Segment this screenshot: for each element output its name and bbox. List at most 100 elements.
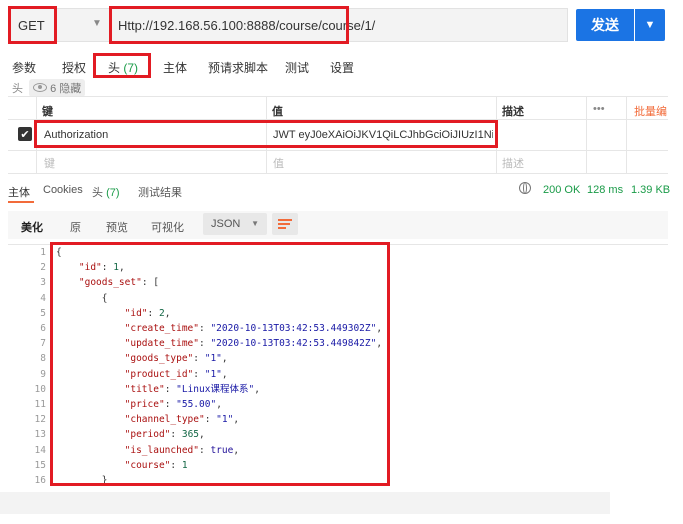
bottom-status-strip — [0, 492, 610, 514]
pretty-button[interactable]: 美化 — [21, 219, 43, 235]
json-key: "course" — [124, 459, 171, 471]
send-label: 发送 — [591, 17, 619, 33]
wrap-lines-icon[interactable] — [272, 213, 298, 235]
response-size: 1.39 KB — [631, 184, 671, 196]
header-key-cell[interactable]: Authorization — [44, 129, 264, 141]
json-key: "is_launched" — [124, 444, 199, 456]
json-key: "goods_set" — [78, 277, 142, 289]
col-divider — [586, 96, 587, 174]
code-line: "course": 1 — [124, 459, 188, 471]
json-value: 2 — [158, 307, 165, 319]
tab-response-body[interactable]: 主体 — [8, 184, 30, 200]
json-value: "1" — [204, 353, 222, 365]
code-line: "goods_set": [ — [56, 275, 159, 290]
raw-button[interactable]: 原 — [70, 219, 81, 235]
header-value-cell[interactable]: JWT eyJ0eXAiOiJKV1QiLCJhbGciOiJIUzI1NiJ9… — [273, 129, 493, 141]
col-divider — [626, 96, 627, 174]
hidden-headers-row: 头 6 隐藏 — [12, 79, 86, 97]
code-line: "id": 2, — [124, 307, 171, 319]
code-line: "is_launched": true, — [124, 444, 240, 456]
row-divider — [8, 150, 668, 151]
col-divider — [36, 96, 37, 174]
brace: } — [101, 475, 108, 486]
table-header-divider — [8, 119, 668, 120]
col-divider — [266, 96, 267, 174]
active-tab-underline — [8, 201, 34, 203]
bulk-edit-link[interactable]: 批量编 — [634, 103, 667, 119]
new-value-input[interactable]: 值 — [273, 155, 284, 171]
code-line: "update_time": "2020-10-13T03:42:53.4498… — [124, 338, 383, 350]
format-label: JSON — [211, 218, 241, 230]
response-headers-label: 头 — [92, 187, 103, 199]
send-button[interactable]: 发送 — [576, 9, 634, 41]
json-value: "2020-10-13T03:42:53.449302Z" — [210, 323, 377, 334]
code-line: "product_id": "1", — [124, 368, 228, 380]
send-options-chevron-icon[interactable]: ▼ — [635, 9, 665, 41]
json-key: "id" — [78, 262, 102, 274]
json-response-body[interactable]: { "id": 1, "goods_set": [ { "id": 2, "cr… — [0, 245, 683, 488]
code-line: "period": 365, — [124, 429, 205, 441]
json-value: "2020-10-13T03:42:53.449842Z" — [210, 338, 377, 350]
tab-test-results[interactable]: 测试结果 — [138, 184, 182, 200]
brace: { — [56, 247, 62, 258]
json-value: "55.00" — [176, 399, 217, 410]
col-key-header: 键 — [42, 106, 53, 118]
tab-tests[interactable]: 测试 — [285, 59, 309, 76]
json-key: "goods_type" — [124, 353, 194, 365]
col-desc-header: 描述 — [502, 106, 524, 118]
json-key: "update_time" — [124, 338, 199, 350]
tab-prerequest-script[interactable]: 预请求脚本 — [208, 59, 268, 76]
tab-body[interactable]: 主体 — [163, 59, 187, 76]
code-line: { — [56, 291, 108, 306]
url-text: Http://192.168.56.100:8888/course/course… — [118, 17, 376, 33]
code-line: "price": "55.00", — [124, 399, 222, 410]
new-key-input[interactable]: 键 — [44, 155, 55, 171]
method-label: GET — [18, 17, 45, 33]
json-key: "product_id" — [124, 368, 194, 380]
col-divider — [496, 96, 497, 174]
url-input[interactable]: Http://192.168.56.100:8888/course/course… — [112, 10, 568, 40]
tab-response-cookies[interactable]: Cookies — [43, 184, 83, 196]
col-value-header: 值 — [272, 106, 283, 118]
chevron-down-icon: ▼ — [251, 219, 259, 228]
tab-headers-label: 头 — [108, 61, 121, 75]
preview-button[interactable]: 预览 — [106, 219, 128, 235]
hidden-headers-toggle[interactable]: 6 隐藏 — [29, 79, 86, 97]
hidden-row-label: 头 — [12, 83, 23, 95]
new-desc-input[interactable]: 描述 — [502, 155, 524, 171]
tab-settings[interactable]: 设置 — [330, 59, 354, 76]
code-line: "channel_type": "1", — [124, 414, 240, 426]
json-value: "1" — [204, 368, 222, 380]
tab-headers[interactable]: 头 (7) — [108, 59, 138, 76]
tab-auth[interactable]: 授权 — [62, 59, 86, 76]
json-value: 1 — [181, 459, 188, 471]
json-key: "id" — [124, 307, 148, 319]
tab-params[interactable]: 参数 — [12, 59, 36, 76]
hidden-count: 6 隐藏 — [50, 83, 82, 95]
tab-response-headers[interactable]: 头 (7) — [92, 184, 120, 200]
json-value: 365 — [181, 429, 200, 441]
json-value: "1" — [216, 414, 234, 426]
json-key: "create_time" — [124, 323, 199, 334]
code-line: "id": 1, — [78, 262, 125, 274]
code-line: { — [56, 245, 62, 260]
json-key: "period" — [124, 429, 171, 441]
brace: { — [101, 292, 108, 304]
globe-icon[interactable] — [519, 182, 531, 194]
format-select[interactable]: JSON ▼ — [203, 213, 267, 235]
tab-headers-count: (7) — [123, 61, 139, 75]
code-line: } — [56, 473, 108, 488]
more-options-icon[interactable]: ••• — [593, 103, 605, 115]
response-headers-count: (7) — [106, 187, 120, 199]
json-punct: : [ — [141, 277, 159, 289]
json-key: "channel_type" — [124, 414, 205, 426]
json-key: "price" — [124, 399, 165, 410]
header-enabled-checkbox[interactable]: ✔ — [18, 127, 32, 141]
visualize-button[interactable]: 可视化 — [151, 219, 184, 235]
table-top-divider — [8, 96, 668, 97]
json-value: "Linux课程体系" — [176, 383, 255, 395]
chevron-down-icon[interactable]: ▼ — [92, 18, 102, 29]
table-bottom-divider — [8, 173, 668, 174]
code-line: "goods_type": "1", — [124, 353, 228, 365]
json-key: "title" — [124, 383, 165, 395]
